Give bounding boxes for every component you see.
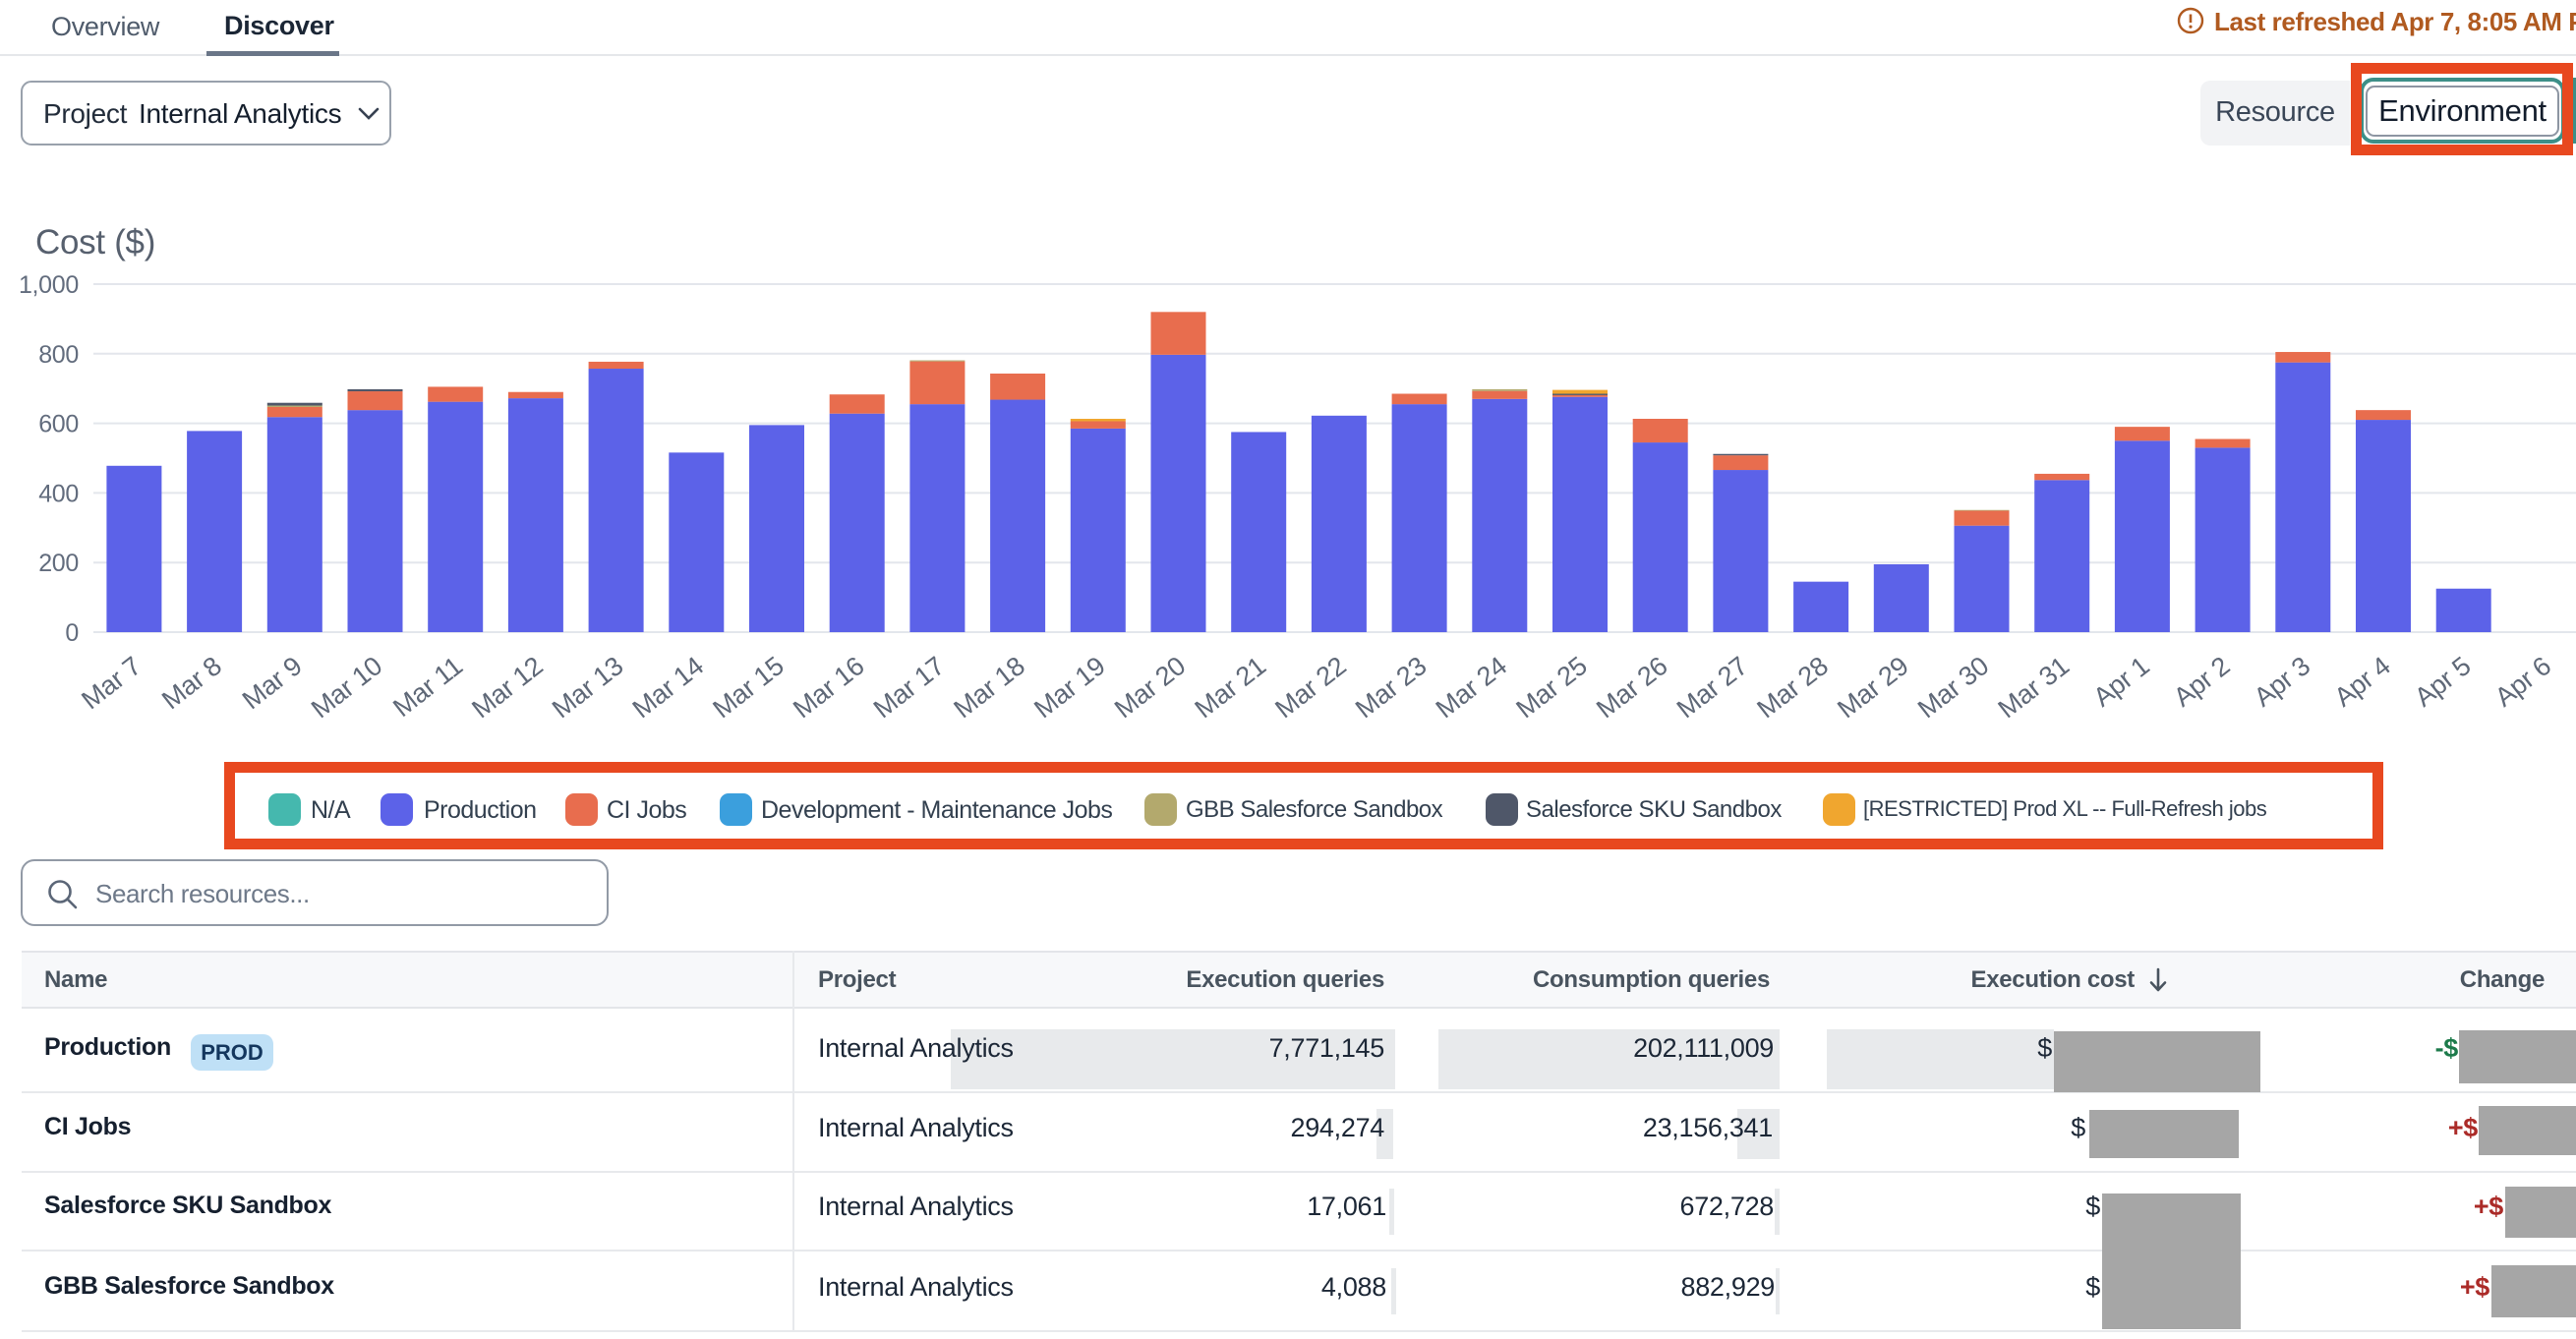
svg-text:Mar 26: Mar 26 <box>1591 651 1672 718</box>
svg-text:Mar 28: Mar 28 <box>1752 651 1834 718</box>
svg-text:Mar 13: Mar 13 <box>547 651 628 718</box>
svg-text:1,000: 1,000 <box>19 271 79 299</box>
svg-text:Mar 30: Mar 30 <box>1912 651 1994 718</box>
svg-text:Mar 8: Mar 8 <box>156 651 227 715</box>
svg-text:Mar 17: Mar 17 <box>868 651 950 718</box>
svg-text:Mar 24: Mar 24 <box>1431 651 1512 718</box>
svg-text:Apr 3: Apr 3 <box>2249 651 2315 712</box>
svg-text:Mar 27: Mar 27 <box>1671 651 1753 718</box>
svg-text:200: 200 <box>38 550 79 577</box>
svg-text:Mar 31: Mar 31 <box>1993 651 2075 718</box>
svg-text:Apr 4: Apr 4 <box>2329 651 2396 713</box>
svg-text:400: 400 <box>38 480 79 507</box>
svg-text:Mar 10: Mar 10 <box>306 651 387 718</box>
svg-text:Mar 15: Mar 15 <box>707 651 789 718</box>
svg-text:Apr 1: Apr 1 <box>2087 651 2154 712</box>
svg-text:Mar 23: Mar 23 <box>1350 651 1432 718</box>
svg-text:Mar 14: Mar 14 <box>627 651 709 718</box>
svg-text:Mar 25: Mar 25 <box>1510 651 1592 718</box>
svg-text:Mar 21: Mar 21 <box>1190 651 1271 718</box>
svg-text:600: 600 <box>38 411 79 438</box>
svg-text:Mar 11: Mar 11 <box>387 651 468 718</box>
svg-text:Apr 2: Apr 2 <box>2168 651 2235 712</box>
svg-text:Apr 6: Apr 6 <box>2489 651 2556 712</box>
svg-text:800: 800 <box>38 341 79 369</box>
svg-text:Mar 18: Mar 18 <box>949 651 1030 718</box>
svg-text:0: 0 <box>65 619 79 647</box>
svg-text:Mar 7: Mar 7 <box>76 651 146 715</box>
svg-text:Mar 22: Mar 22 <box>1269 651 1351 718</box>
svg-text:Mar 9: Mar 9 <box>237 651 308 715</box>
svg-text:Mar 19: Mar 19 <box>1028 651 1110 718</box>
svg-text:Cost ($): Cost ($) <box>35 223 155 262</box>
svg-text:Mar 12: Mar 12 <box>466 651 548 718</box>
svg-text:Apr 5: Apr 5 <box>2409 651 2476 712</box>
svg-text:Mar 20: Mar 20 <box>1109 651 1191 718</box>
svg-text:Mar 29: Mar 29 <box>1832 651 1913 718</box>
svg-text:Mar 16: Mar 16 <box>788 651 869 718</box>
